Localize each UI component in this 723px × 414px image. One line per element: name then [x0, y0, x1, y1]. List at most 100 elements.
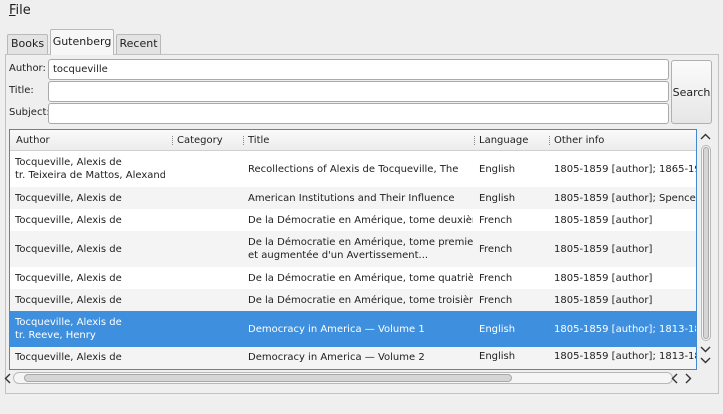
cell-other-info: 1805-1859 [author]; 1813-1895 [translato…	[554, 323, 696, 335]
cell-title-line: De la Démocratie en Amérique, tome trois…	[248, 294, 473, 306]
cell-title-line: Recollections of Alexis de Tocqueville, …	[248, 163, 459, 175]
cell-author: Tocqueville, Alexis de	[15, 347, 165, 369]
title-label: Title:	[9, 85, 34, 96]
tab-books-label: Books	[10, 37, 45, 50]
cell-author-line: Tocqueville, Alexis de	[15, 214, 122, 226]
cell-language: English	[479, 163, 516, 175]
cell-author-lines: Tocqueville, Alexis de	[15, 272, 122, 285]
cell-language: French	[479, 294, 513, 306]
cell-title-lines: American Institutions and Their Influenc…	[248, 192, 455, 205]
cell-title-lines: De la Démocratie en Amérique, tome trois…	[248, 294, 473, 307]
cell-author-line: Tocqueville, Alexis de	[15, 272, 122, 284]
cell-other-info: 1805-1859 [author]; 1813-1895 [translato…	[554, 351, 696, 362]
cell-category	[177, 289, 241, 311]
subject-input[interactable]	[48, 103, 669, 124]
column-separator[interactable]	[243, 136, 244, 145]
chevron-down-icon[interactable]	[700, 345, 711, 355]
column-separator[interactable]	[172, 136, 173, 145]
tab-recent[interactable]: Recent	[116, 34, 161, 54]
cell-author-lines: Tocqueville, Alexis de	[15, 243, 122, 256]
cell-title: Democracy in America — Volume 2	[248, 347, 473, 369]
cell-author-lines: Tocqueville, Alexis de	[15, 294, 122, 307]
cell-title: De la Démocratie en Amérique, tome trois…	[248, 289, 473, 311]
tab-books[interactable]: Books	[7, 34, 48, 54]
author-input[interactable]	[48, 59, 669, 80]
vertical-scroll-track[interactable]	[701, 145, 711, 341]
table-row[interactable]: Tocqueville, Alexis de American Instituti…	[10, 187, 696, 209]
cell-title-line: De la Démocratie en Amérique, tome deuxi…	[248, 214, 473, 226]
results-table[interactable]: Author Category Title Language Other inf…	[9, 129, 697, 370]
cell-author: Tocqueville, Alexis de	[15, 267, 165, 289]
cell-title-line: Democracy in America — Volume 2	[248, 352, 425, 363]
chevron-down-icon[interactable]	[700, 356, 711, 366]
cell-category	[177, 231, 241, 267]
vertical-scroll-thumb[interactable]	[703, 147, 709, 339]
chevron-up-icon[interactable]	[700, 132, 711, 142]
cell-title-lines: Recollections of Alexis de Tocqueville, …	[248, 163, 458, 176]
cell-author-lines: Tocqueville, Alexis de tr. Reeve, Henry	[15, 316, 122, 342]
horizontal-scroll-track[interactable]	[13, 372, 673, 384]
cell-title-lines: De la Démocratie en Amérique, tome deuxi…	[248, 214, 473, 227]
vertical-scrollbar[interactable]	[698, 130, 714, 370]
column-header-other-info[interactable]: Other info	[554, 135, 604, 146]
cell-title-lines: De la Démocratie en Amérique, tome quatr…	[248, 272, 473, 285]
cell-other-info: 1805-1859 [author]	[554, 294, 653, 306]
cell-language: English	[479, 351, 516, 362]
cell-title: De la Démocratie en Amérique, tome premi…	[248, 231, 473, 267]
chevron-right-icon[interactable]	[685, 373, 692, 386]
table-row[interactable]: Tocqueville, Alexis de tr. Teixeira de Ma…	[10, 151, 696, 187]
cell-title-line: et augmentée d'un Avertissement...	[248, 250, 429, 261]
title-input[interactable]	[48, 81, 669, 102]
table-row[interactable]: Tocqueville, Alexis de De la Démocratie e…	[10, 267, 696, 289]
cell-author: Tocqueville, Alexis de	[15, 231, 165, 267]
cell-author-line: Tocqueville, Alexis de	[15, 352, 122, 363]
file-menu[interactable]: File	[9, 3, 31, 18]
table-row[interactable]: Tocqueville, Alexis de De la Démocratie e…	[10, 289, 696, 311]
table-row-selected[interactable]: Tocqueville, Alexis de tr. Reeve, Henry De…	[10, 311, 696, 347]
cell-title: Recollections of Alexis de Tocqueville, …	[248, 151, 473, 187]
table-row[interactable]: Tocqueville, Alexis de De la Démocratie e…	[10, 231, 696, 267]
cell-category	[177, 187, 241, 209]
tab-recent-label: Recent	[119, 37, 158, 50]
menu-bar: File	[0, 0, 723, 24]
cell-author-line: Tocqueville, Alexis de	[15, 294, 122, 306]
cell-title-lines: Democracy in America — Volume 1	[248, 323, 425, 336]
table-row[interactable]: Tocqueville, Alexis de Democracy in Ameri…	[10, 347, 696, 369]
cell-language: English	[479, 323, 516, 335]
cell-author: Tocqueville, Alexis de	[15, 209, 165, 231]
horizontal-scroll-thumb[interactable]	[24, 374, 512, 382]
column-header-author[interactable]: Author	[16, 135, 50, 146]
cell-language: French	[479, 243, 513, 255]
author-label: Author:	[9, 63, 46, 74]
table-header: Author Category Title Language Other inf…	[10, 130, 696, 151]
cell-title: De la Démocratie en Amérique, tome deuxi…	[248, 209, 473, 231]
cell-author: Tocqueville, Alexis de	[15, 187, 165, 209]
cell-category	[177, 151, 241, 187]
file-menu-label: ile	[15, 3, 31, 18]
cell-category	[177, 347, 241, 369]
tab-gutenberg-label: Gutenberg	[52, 35, 112, 48]
cell-language: French	[479, 272, 513, 284]
cell-title-lines: De la Démocratie en Amérique, tome premi…	[248, 236, 473, 262]
cell-author-line: Tocqueville, Alexis de	[15, 157, 122, 168]
cell-language: English	[479, 192, 516, 204]
chevron-left-icon[interactable]	[4, 373, 11, 386]
column-header-category[interactable]: Category	[177, 135, 223, 146]
cell-title: De la Démocratie en Amérique, tome quatr…	[248, 267, 473, 289]
column-separator[interactable]	[549, 136, 550, 145]
column-separator[interactable]	[474, 136, 475, 145]
chevron-left-icon[interactable]	[671, 373, 678, 386]
cell-author-lines: Tocqueville, Alexis de	[15, 214, 122, 227]
cell-author-line: Tocqueville, Alexis de	[15, 243, 122, 255]
cell-title: American Institutions and Their Influenc…	[248, 187, 473, 209]
cell-author-line: tr. Reeve, Henry	[15, 330, 96, 341]
tab-gutenberg[interactable]: Gutenberg	[50, 29, 114, 55]
cell-title-line: American Institutions and Their Influenc…	[248, 192, 455, 204]
horizontal-scrollbar[interactable]	[4, 371, 697, 386]
cell-category	[177, 311, 241, 347]
column-header-title[interactable]: Title	[248, 135, 269, 146]
search-button[interactable]: Search	[671, 60, 712, 124]
table-row[interactable]: Tocqueville, Alexis de De la Démocratie e…	[10, 209, 696, 231]
cell-other-info: 1805-1859 [author]; Spencer, John C.	[554, 192, 696, 204]
column-header-language[interactable]: Language	[479, 135, 528, 146]
